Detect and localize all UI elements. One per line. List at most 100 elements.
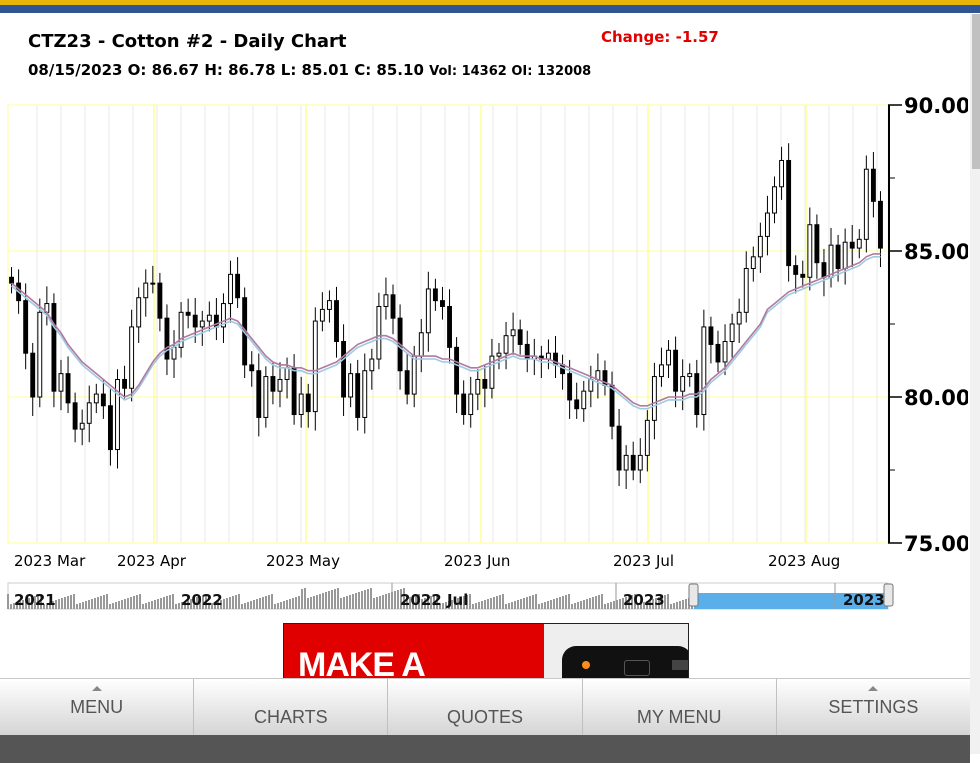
candle-body — [418, 332, 424, 357]
candle-body — [828, 244, 834, 278]
candle-body — [800, 273, 806, 278]
candle-body — [58, 373, 64, 392]
candle-body — [659, 364, 664, 378]
chart-title: CTZ23 - Cotton #2 - Daily Chart — [28, 31, 347, 52]
candle-body — [545, 352, 551, 360]
candle-body — [687, 373, 693, 378]
candle-body — [249, 364, 255, 372]
x-tick-label: 2023 Aug — [768, 552, 840, 570]
phone-app-dot — [582, 661, 590, 669]
candle-body — [616, 425, 622, 471]
candle-body — [122, 378, 128, 389]
candle-body — [764, 212, 770, 237]
candle-body — [376, 305, 382, 360]
candle-body — [298, 393, 304, 416]
candle-body — [432, 288, 438, 302]
y-tick-label: 90.00 — [904, 95, 968, 118]
x-tick-label: 2023 Jul — [613, 552, 674, 570]
navigator-label: 2022 — [181, 591, 223, 609]
candle-body — [722, 341, 728, 363]
candle-body — [863, 168, 869, 240]
candle-body — [715, 343, 721, 363]
chevron-up-icon — [91, 686, 102, 691]
nav-charts[interactable]: CHARTS — [194, 679, 389, 736]
scrollbar-thumb[interactable] — [972, 14, 980, 169]
candle-body — [164, 317, 170, 360]
candle-body — [807, 224, 813, 278]
x-tick-label: 2023 Mar — [14, 552, 86, 570]
candle-body — [440, 300, 445, 307]
candle-body — [637, 454, 643, 471]
candle-body — [23, 300, 29, 354]
candle-body — [37, 311, 43, 398]
top-strip-accent — [0, 0, 980, 5]
candle-body — [411, 355, 417, 395]
candle-body — [348, 373, 354, 398]
candle-body — [496, 352, 502, 357]
candle-body — [107, 405, 113, 451]
candle-body — [856, 238, 862, 249]
page-scrollbar[interactable] — [970, 14, 980, 754]
x-tick-label: 2023 Jun — [444, 552, 510, 570]
candle-body — [362, 370, 368, 418]
candle-body — [680, 376, 686, 392]
x-tick-label: 2023 Apr — [117, 552, 187, 570]
phone-status — [672, 660, 688, 670]
candle-body — [425, 288, 431, 334]
candle-body — [390, 294, 396, 319]
candle-body — [574, 399, 580, 410]
nav-settings-label: SETTINGS — [828, 697, 919, 717]
top-strip — [0, 0, 980, 13]
candle-body — [588, 378, 594, 392]
candle-body — [482, 378, 488, 389]
bottom-bar — [0, 735, 970, 763]
nav-quotes[interactable]: QUOTES — [388, 679, 583, 736]
candle-body — [517, 329, 523, 345]
change-value: Change: -1.57 — [601, 28, 719, 46]
navigator-label: 2023 — [843, 591, 885, 609]
nav-menu[interactable]: MENU — [0, 679, 195, 736]
candle-body — [355, 373, 361, 418]
candle-body — [312, 320, 318, 413]
candle-body — [129, 326, 135, 389]
price-chart[interactable]: 90.00 85.00 80.00 75.00 2023 Mar 2023 Apr 2023… — [0, 95, 968, 615]
candle-body — [736, 311, 742, 325]
y-tick-label: 75.00 — [904, 532, 968, 556]
candle-body — [673, 349, 679, 392]
candle-body — [270, 376, 276, 392]
candle-body — [404, 370, 410, 395]
nav-my-menu-label: MY MENU — [636, 707, 722, 727]
candle-body — [870, 168, 876, 202]
candle-body — [786, 159, 792, 267]
candle-body — [772, 186, 777, 214]
ohlc-values: 08/15/2023 O: 86.67 H: 86.78 L: 85.01 C:… — [28, 61, 424, 79]
candle-body — [743, 268, 749, 313]
candle-body — [779, 159, 785, 188]
candle-body — [9, 276, 14, 284]
candle-body — [185, 311, 191, 316]
candle-body — [644, 419, 650, 456]
navigator-label: 2021 — [14, 591, 56, 609]
chevron-up-icon — [868, 686, 879, 691]
candle-body — [567, 373, 573, 401]
candle-body — [623, 454, 629, 471]
candle-body — [235, 273, 241, 299]
candle-body — [72, 402, 78, 430]
candle-body — [461, 393, 467, 416]
candle-body — [86, 402, 92, 424]
candle-body — [729, 323, 735, 343]
navigator-label: 2023 — [623, 591, 665, 609]
candle-body — [503, 335, 509, 354]
advertisement-banner[interactable]: MAKE A — [283, 623, 689, 685]
candle-body — [192, 314, 198, 328]
candle-body — [468, 393, 474, 416]
candle-body — [305, 393, 311, 413]
nav-quotes-label: QUOTES — [447, 707, 524, 727]
candle-body — [51, 303, 57, 392]
candle-body — [383, 294, 389, 307]
nav-settings[interactable]: SETTINGS — [777, 679, 970, 736]
nav-my-menu[interactable]: MY MENU — [583, 679, 777, 736]
candle-body — [447, 305, 452, 348]
candle-body — [341, 341, 347, 398]
candle-body — [793, 265, 799, 275]
